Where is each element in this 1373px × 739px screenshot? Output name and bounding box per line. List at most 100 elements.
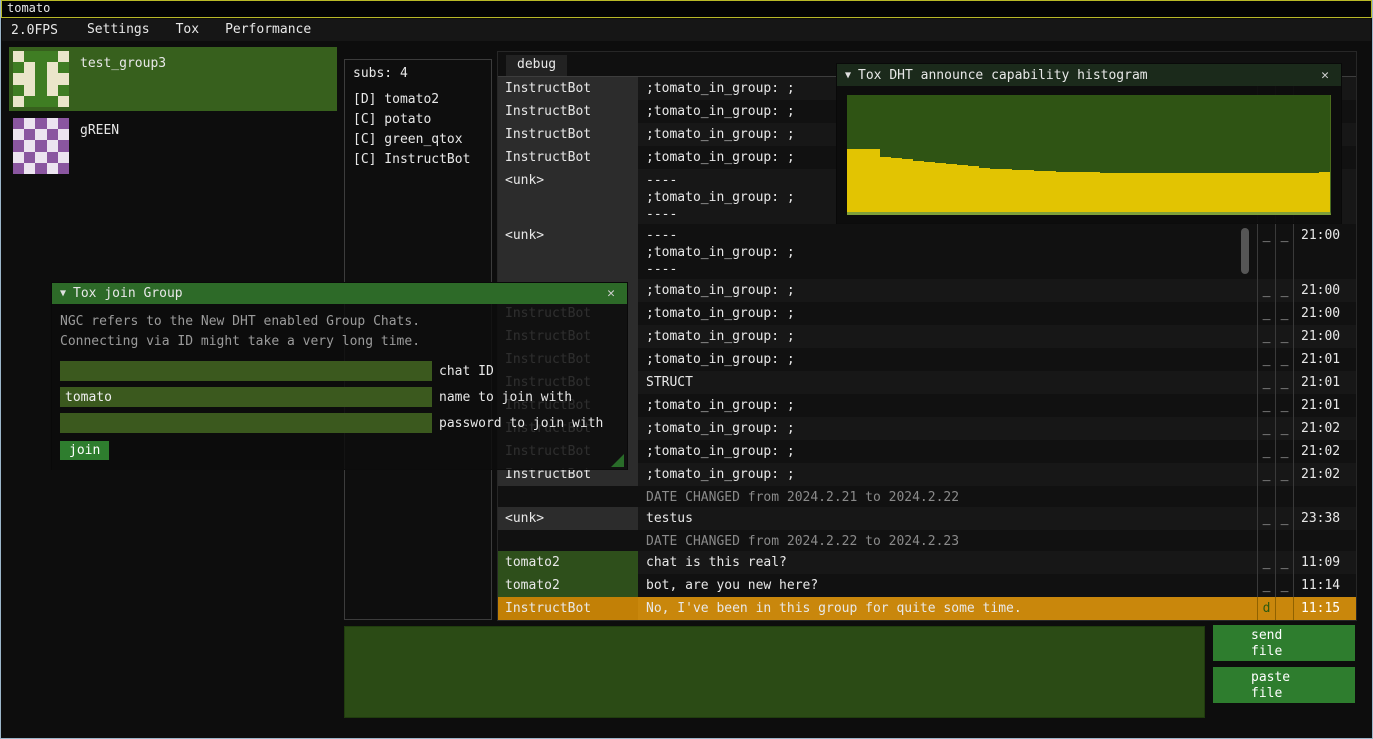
subs-member[interactable]: [C] InstructBot	[345, 150, 491, 170]
chat-row-time: 11:14	[1293, 574, 1356, 597]
join-group-window-titlebar[interactable]: ▼ Tox join Group ✕	[52, 283, 627, 304]
subs-member[interactable]: [C] potato	[345, 110, 491, 130]
avatar-pixel	[47, 73, 58, 84]
chat-row-flag: _	[1257, 348, 1275, 371]
avatar-pixel	[47, 62, 58, 73]
menu-item-tox[interactable]: Tox	[163, 19, 212, 41]
contact-item[interactable]: test_group3	[9, 47, 337, 111]
paste-file-button[interactable]: paste file	[1213, 667, 1355, 703]
avatar-pixel	[58, 85, 69, 96]
avatar-pixel	[35, 62, 46, 73]
histogram-bar	[1144, 173, 1155, 212]
chat-row[interactable]: InstructBotNo, I've been in this group f…	[498, 597, 1356, 620]
avatar-pixel	[47, 163, 58, 174]
avatar-pixel	[35, 73, 46, 84]
collapse-arrow-icon[interactable]: ▼	[60, 288, 66, 299]
avatar-pixel	[13, 129, 24, 140]
subs-list: [D] tomato2[C] potato[C] green_qtox[C] I…	[345, 90, 491, 170]
join-field-label: password to join with	[439, 416, 603, 431]
histogram-bar	[1264, 173, 1275, 212]
chat-row[interactable]: DATE CHANGED from 2024.2.22 to 2024.2.23	[498, 530, 1356, 551]
histogram-bar	[1056, 172, 1067, 212]
histogram-bar	[1012, 170, 1023, 212]
chat-row-flag: _	[1257, 224, 1275, 279]
histogram-bar	[1133, 173, 1144, 212]
chat-row-flag: _	[1275, 224, 1293, 279]
close-icon[interactable]: ✕	[1317, 68, 1333, 83]
chat-row-flag: d	[1257, 597, 1275, 620]
chat-row[interactable]: <unk>testus__23:38	[498, 507, 1356, 530]
histogram-window-titlebar[interactable]: ▼ Tox DHT announce capability histogram …	[837, 64, 1341, 86]
menu-item-settings[interactable]: Settings	[74, 19, 163, 41]
histogram-bar	[869, 149, 880, 212]
chat-row[interactable]: <unk>---- ;tomato_in_group: ; ----__21:0…	[498, 224, 1356, 279]
avatar-pixel	[58, 62, 69, 73]
chat-row-flag: _	[1275, 551, 1293, 574]
chat-row-time: 21:00	[1293, 325, 1356, 348]
join-button[interactable]: join	[60, 441, 109, 460]
chat-row-name: tomato2	[498, 551, 638, 574]
resize-grip[interactable]	[611, 454, 624, 467]
chat-row-flag: _	[1257, 440, 1275, 463]
chat-row[interactable]: tomato2chat is this real?__11:09	[498, 551, 1356, 574]
tab-debug[interactable]: debug	[506, 55, 567, 76]
chat-row[interactable]: DATE CHANGED from 2024.2.21 to 2024.2.22	[498, 486, 1356, 507]
histogram-bar	[1111, 173, 1122, 212]
chat-row-time: 23:38	[1293, 507, 1356, 530]
chat-row-message: DATE CHANGED from 2024.2.22 to 2024.2.23	[638, 530, 1257, 551]
avatar-pixel	[47, 129, 58, 140]
histogram-bar	[1297, 173, 1308, 212]
chat-row-time: 21:00	[1293, 302, 1356, 325]
histogram-bar	[891, 158, 902, 212]
avatar-pixel	[35, 96, 46, 107]
join-field-row: chat ID	[60, 358, 619, 384]
chat-row-message: ;tomato_in_group: ;	[638, 463, 1257, 486]
group-avatar	[13, 118, 69, 174]
send-file-button[interactable]: send file	[1213, 625, 1355, 661]
histogram-bar	[924, 162, 935, 212]
chat-row-time: 21:02	[1293, 440, 1356, 463]
collapse-arrow-icon[interactable]: ▼	[845, 70, 851, 81]
avatar-pixel	[24, 118, 35, 129]
chat-row-name: <unk>	[498, 224, 638, 279]
chat-row[interactable]: tomato2bot, are you new here?__11:14	[498, 574, 1356, 597]
histogram-bar	[1188, 173, 1199, 212]
app-window: tomato 2.0FPS SettingsToxPerformance tes…	[0, 0, 1373, 739]
avatar-pixel	[35, 129, 46, 140]
join-field-input[interactable]	[60, 387, 432, 407]
avatar-pixel	[13, 62, 24, 73]
avatar-pixel	[13, 85, 24, 96]
chat-row-flag	[1257, 486, 1275, 507]
avatar-pixel	[58, 96, 69, 107]
avatar-pixel	[13, 96, 24, 107]
subs-member[interactable]: [D] tomato2	[345, 90, 491, 110]
chat-row-flag	[1275, 530, 1293, 551]
histogram-bar	[1319, 172, 1330, 212]
chat-row-message: No, I've been in this group for quite so…	[638, 597, 1257, 620]
histogram-bar	[979, 168, 990, 212]
contact-item[interactable]: gREEN	[9, 114, 337, 178]
join-field-input[interactable]	[60, 413, 432, 433]
chat-scrollbar-thumb[interactable]	[1241, 228, 1249, 274]
chat-row-message: ;tomato_in_group: ;	[638, 348, 1257, 371]
avatar-pixel	[47, 152, 58, 163]
avatar-pixel	[24, 51, 35, 62]
chat-row-message: ;tomato_in_group: ;	[638, 325, 1257, 348]
join-field-row: password to join with	[60, 410, 619, 436]
message-input[interactable]	[344, 626, 1205, 718]
join-field-input[interactable]	[60, 361, 432, 381]
chat-row-flag: _	[1275, 417, 1293, 440]
join-field-label: name to join with	[439, 390, 572, 405]
chat-row-flag	[1257, 530, 1275, 551]
chat-row-time: 21:02	[1293, 417, 1356, 440]
chat-row-message: chat is this real?	[638, 551, 1257, 574]
close-icon[interactable]: ✕	[603, 286, 619, 301]
avatar-pixel	[13, 140, 24, 151]
avatar-pixel	[13, 51, 24, 62]
subs-member[interactable]: [C] green_qtox	[345, 130, 491, 150]
menu-item-performance[interactable]: Performance	[212, 19, 324, 41]
avatar-pixel	[47, 51, 58, 62]
chat-row-flag: _	[1275, 371, 1293, 394]
histogram-bar	[1122, 173, 1133, 212]
chat-row-name: <unk>	[498, 169, 638, 224]
